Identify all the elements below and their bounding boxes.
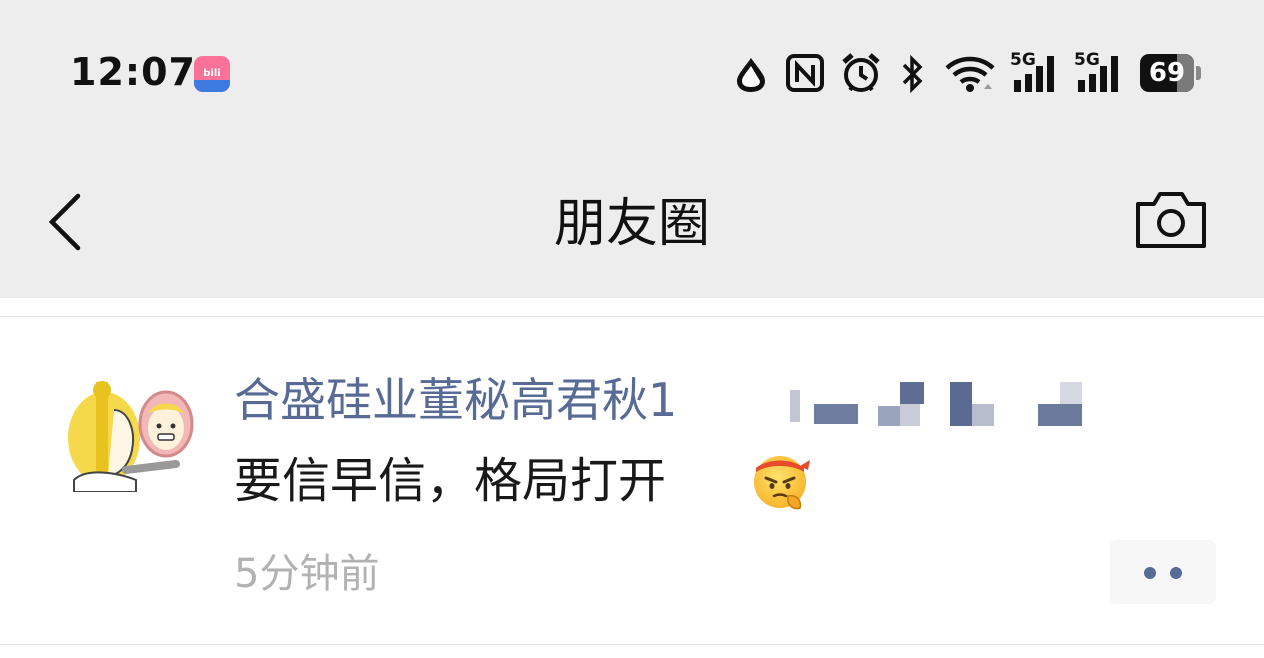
water-drop-icon — [737, 58, 765, 92]
svg-text:bili: bili — [203, 68, 220, 79]
divider — [0, 316, 1264, 317]
alarm-icon — [842, 53, 880, 92]
camera-icon[interactable] — [1134, 190, 1208, 250]
post-time: 5分钟前 — [234, 551, 380, 597]
nfc-icon — [786, 54, 824, 92]
avatar[interactable] — [66, 380, 196, 492]
divider — [0, 644, 1264, 645]
bilibili-icon: bili — [194, 56, 230, 92]
wifi-icon — [945, 56, 995, 92]
battery-level: 69 — [1148, 58, 1186, 88]
battery-indicator: 69 — [1140, 54, 1201, 92]
signal-5g-icon: 5G — [1010, 50, 1062, 94]
signal-5g-icon: 5G — [1074, 50, 1126, 94]
bluetooth-icon — [902, 54, 923, 94]
more-dots-icon[interactable] — [1110, 540, 1216, 604]
status-time: 12:07 — [70, 50, 196, 94]
post-author[interactable]: 合盛硅业董秘高君秋1 — [234, 370, 677, 430]
determined-face-emoji — [754, 456, 810, 510]
redacted-mosaic — [790, 382, 1090, 428]
page-title: 朋友圈 — [553, 194, 710, 254]
post-text: 要信早信，格局打开 — [234, 453, 667, 509]
top-bar: 12:07 bili 5G 5G 69 朋友圈 — [0, 0, 1264, 298]
